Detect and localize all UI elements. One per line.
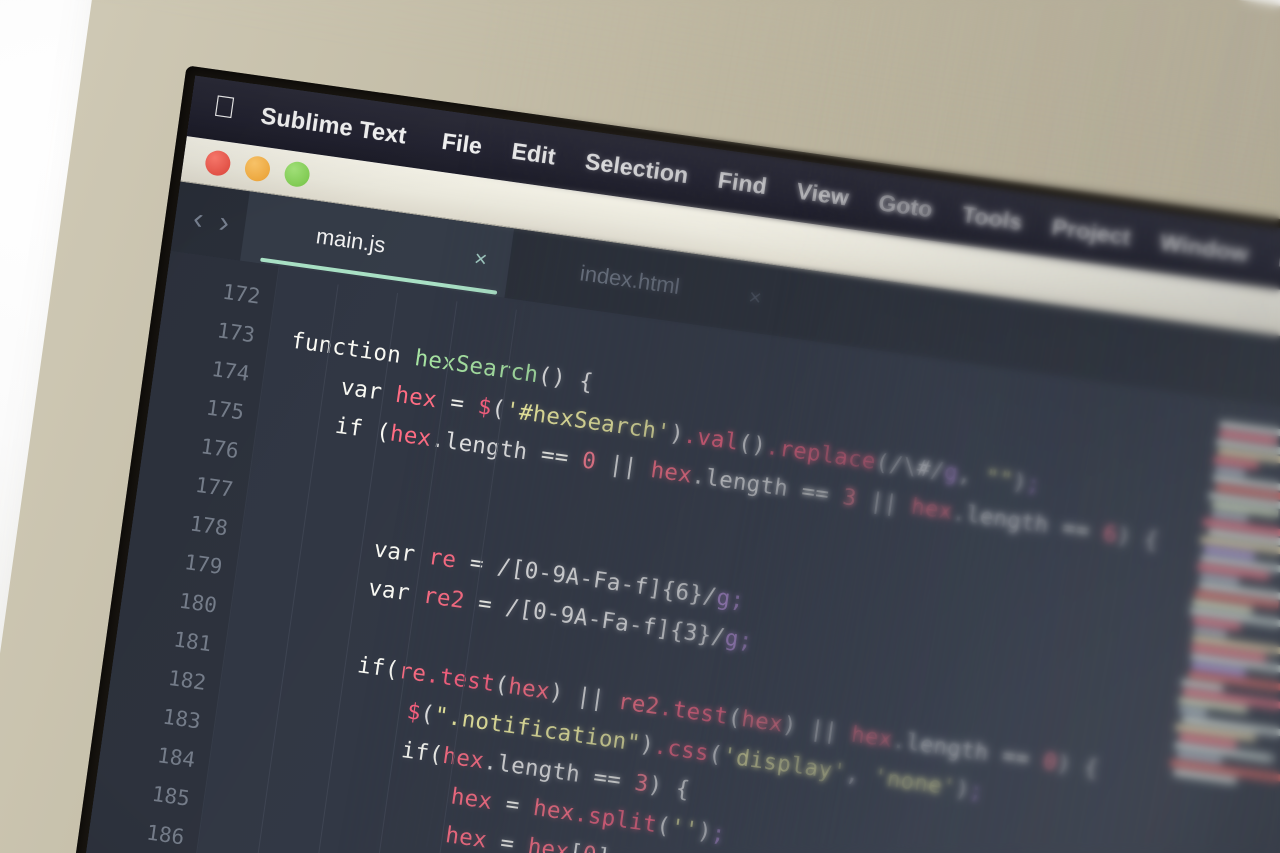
code-token: hex [850, 722, 895, 754]
code-token: re [427, 544, 458, 574]
code-token: = [485, 828, 530, 853]
code-token: hex [507, 673, 552, 705]
menu-item-selection[interactable]: Selection [583, 148, 690, 189]
code-token: == [578, 762, 636, 795]
code-token: 0 [581, 841, 598, 853]
code-token: ) { [647, 772, 692, 804]
code-token: re [397, 658, 428, 688]
close-icon[interactable]: × [473, 245, 489, 273]
tab-label: index.html [578, 260, 681, 300]
code-token: == [987, 741, 1045, 774]
code-token: = [463, 588, 508, 620]
menu-item-view[interactable]: View [795, 178, 851, 212]
code-token: ] [595, 843, 612, 853]
menu-item-goto[interactable]: Goto [877, 189, 935, 223]
code-token: ) { [1115, 523, 1160, 555]
laptop-body:  Sublime Text File Edit Selection Find … [0, 0, 1280, 853]
code-token: 'none' [872, 764, 958, 801]
code-token: hex [532, 795, 577, 827]
code-token: ) { [1055, 750, 1100, 782]
menu-item-help[interactable]: Help [1276, 245, 1280, 279]
code-token: re2 [422, 583, 467, 615]
code-token: , [844, 760, 875, 790]
code-token: .length [690, 463, 790, 502]
code-token: || [594, 449, 652, 482]
minimize-button[interactable] [243, 155, 271, 183]
menu-item-find[interactable]: Find [716, 167, 769, 201]
code-token: hex [394, 382, 439, 414]
menu-item-file[interactable]: File [440, 128, 484, 160]
code-token: .length [482, 749, 582, 788]
apple-logo-icon[interactable]:  [211, 91, 237, 124]
code-token: ; [1025, 470, 1042, 498]
code-token: .test [658, 695, 730, 730]
code-token: .val [682, 422, 740, 455]
close-icon[interactable]: × [747, 284, 763, 312]
code-token: .css [652, 733, 710, 766]
nav-forward-icon[interactable]: › [217, 206, 232, 241]
code-token: == [526, 440, 584, 473]
code-token: () [737, 430, 768, 460]
menu-item-sublime-text[interactable]: Sublime Text [259, 102, 408, 149]
code-token: '' [669, 814, 700, 844]
code-token: "" [984, 465, 1015, 495]
code-token: , [956, 461, 987, 491]
code-token: hex [649, 457, 694, 489]
menu-item-edit[interactable]: Edit [510, 138, 558, 171]
display:  Sublime Text File Edit Selection Find … [41, 76, 1280, 853]
code-token: if ( [279, 405, 392, 446]
nav-back-icon[interactable]: ‹ [191, 202, 206, 237]
code-token: hex [526, 834, 571, 853]
close-button[interactable] [204, 149, 232, 177]
code-token: ; [968, 777, 985, 805]
tab-label: main.js [314, 223, 387, 258]
code-token: hex [910, 494, 955, 526]
menu-item-project[interactable]: Project [1050, 214, 1132, 252]
code-token: hex [388, 420, 433, 452]
code-token: || [855, 486, 913, 519]
code-token: .split [573, 801, 659, 838]
code-token: re2 [616, 689, 661, 721]
code-token: .test [424, 662, 496, 697]
code-token: = [490, 789, 535, 821]
code-token: ; [729, 586, 746, 614]
zoom-button[interactable] [283, 160, 311, 188]
code-token: .length [891, 727, 991, 766]
menu-item-tools[interactable]: Tools [960, 201, 1024, 236]
code-token: .length [430, 426, 530, 465]
code-token: == [1047, 513, 1105, 546]
code-token: hex [740, 706, 785, 738]
code-token: + [608, 845, 653, 853]
code-token: ; [737, 627, 754, 655]
code-token: hex [441, 743, 486, 775]
code-token: ) || [548, 679, 620, 714]
code-token: [ [567, 839, 584, 853]
code-token: /\#/ [888, 451, 946, 484]
screen-bezel:  Sublime Text File Edit Selection Find … [31, 65, 1280, 853]
photograph-of-laptop-screen:  Sublime Text File Edit Selection Find … [0, 0, 1280, 853]
code-token: () { [536, 362, 594, 395]
code-token: .length [951, 499, 1051, 538]
menu-item-window[interactable]: Window [1158, 229, 1250, 268]
code-token: ) || [781, 712, 853, 747]
code-token: ; [710, 820, 727, 848]
code-token: == [786, 476, 844, 509]
code-token: = [454, 548, 499, 580]
